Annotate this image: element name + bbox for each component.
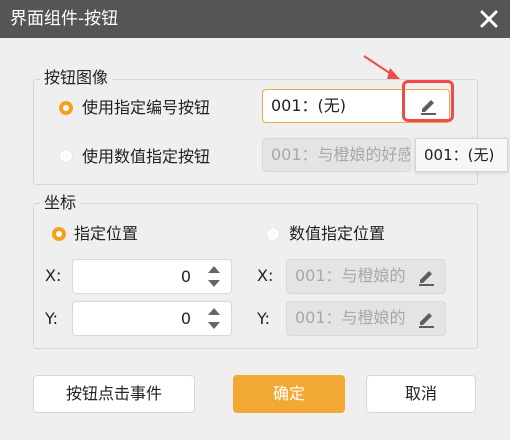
button-click-event-button[interactable]: 按钮点击事件 xyxy=(33,375,195,413)
cancel-button[interactable]: 取消 xyxy=(366,375,476,413)
x-variable-label: X: xyxy=(257,266,274,285)
x-variable-edit-button[interactable] xyxy=(413,263,439,289)
value-position-label: 数值指定位置 xyxy=(289,224,386,243)
x-value: 0 xyxy=(180,267,191,286)
value-position-radio[interactable] xyxy=(266,227,280,241)
x-variable-value: 001：与橙娘的 xyxy=(295,266,406,285)
dialog-title: 界面组件-按钮 xyxy=(10,9,119,29)
button-number-value: 001：(无) xyxy=(271,96,347,115)
fixed-position-radio[interactable] xyxy=(52,227,66,241)
y-variable-edit-button[interactable] xyxy=(413,305,439,331)
tooltip: 001：(无) xyxy=(415,138,508,172)
x-label: X: xyxy=(45,266,62,285)
close-button[interactable] xyxy=(476,6,502,32)
y-label: Y: xyxy=(45,309,59,328)
y-variable-label: Y: xyxy=(257,309,271,328)
fixed-position-label: 指定位置 xyxy=(74,224,139,243)
y-spinbox[interactable]: 0 xyxy=(72,301,232,336)
title-bar: 界面组件-按钮 xyxy=(0,0,510,38)
up-down-arrow-icon[interactable] xyxy=(203,305,225,333)
pencil-icon xyxy=(419,271,434,286)
button-value-field: 001：与橙娘的好感 xyxy=(262,138,411,172)
use-number-radio[interactable] xyxy=(59,101,73,115)
ok-button[interactable]: 确定 xyxy=(233,375,345,413)
edit-button-highlight xyxy=(402,80,454,122)
use-value-radio[interactable] xyxy=(59,149,73,163)
coordinates-group-title: 坐标 xyxy=(40,193,81,213)
dialog: 界面组件-按钮 按钮图像 使用指定编号按钮 001：(无) 使用数值指定按钮 0… xyxy=(0,0,510,440)
y-variable-value: 001：与橙娘的 xyxy=(295,308,406,327)
use-number-label: 使用指定编号按钮 xyxy=(82,98,211,117)
x-spinbox[interactable]: 0 xyxy=(72,259,232,294)
button-value-value: 001：与橙娘的好感 xyxy=(271,145,411,164)
close-icon xyxy=(480,10,498,28)
use-value-label: 使用数值指定按钮 xyxy=(82,147,211,166)
y-value: 0 xyxy=(180,309,191,328)
pencil-icon xyxy=(419,313,434,328)
button-image-group-title: 按钮图像 xyxy=(40,68,113,88)
up-down-arrow-icon[interactable] xyxy=(203,263,225,291)
